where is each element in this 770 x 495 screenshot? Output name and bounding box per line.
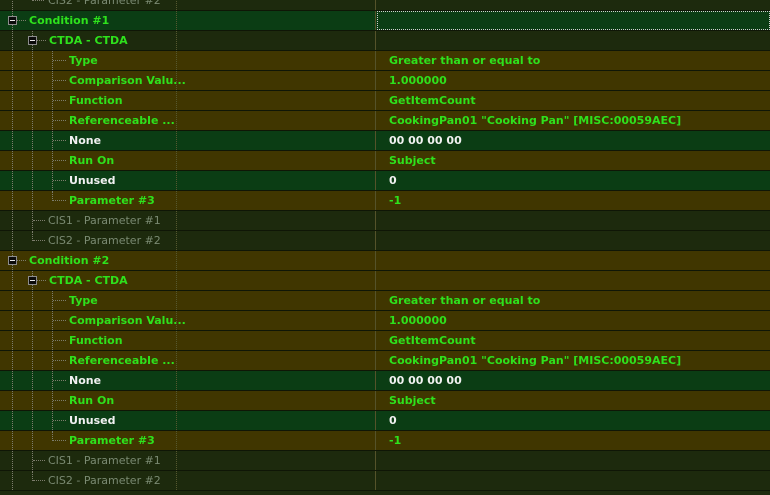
tree-row-parameter-3[interactable]: Parameter #3 -1 <box>0 431 770 451</box>
tree-row-cis2-parameter-2[interactable]: CIS2 - Parameter #2 <box>0 0 770 11</box>
tree-row-unused[interactable]: Unused 0 <box>0 411 770 431</box>
tree-row-ctda[interactable]: CTDA - CTDA <box>0 31 770 51</box>
row-label: None <box>69 374 102 387</box>
tree-row-cis1-parameter-1[interactable]: CIS1 - Parameter #1 <box>0 211 770 231</box>
row-label: Referenceable ... <box>69 114 175 127</box>
row-value[interactable]: 1.000000 <box>389 71 447 90</box>
row-label: CIS2 - Parameter #2 <box>48 0 161 7</box>
tree-row-comparison-value[interactable]: Comparison Valu... 1.000000 <box>0 311 770 331</box>
tree-row-cis2-parameter-2[interactable]: CIS2 - Parameter #2 <box>0 471 770 491</box>
tree-row-none[interactable]: None 00 00 00 00 <box>0 371 770 391</box>
row-label: CIS2 - Parameter #2 <box>48 234 161 247</box>
tree-row-condition-1[interactable]: Condition #1 <box>0 11 770 31</box>
row-label: Type <box>69 294 98 307</box>
record-tree-view[interactable]: CIS2 - Parameter #2 Condition #1 CTDA - … <box>0 0 770 491</box>
row-value[interactable]: Subject <box>389 391 436 410</box>
row-value[interactable]: GetItemCount <box>389 91 476 110</box>
row-label: Parameter #3 <box>69 434 155 447</box>
row-value[interactable]: 0 <box>389 171 397 190</box>
row-label: CIS2 - Parameter #2 <box>48 474 161 487</box>
tree-row-type[interactable]: Type Greater than or equal to <box>0 291 770 311</box>
row-label: Parameter #3 <box>69 194 155 207</box>
row-label: Unused <box>69 414 116 427</box>
row-value[interactable]: Greater than or equal to <box>389 51 540 70</box>
collapse-icon[interactable] <box>8 16 17 25</box>
row-value[interactable]: CookingPan01 "Cooking Pan" [MISC:00059AE… <box>389 111 681 130</box>
tree-row-parameter-3[interactable]: Parameter #3 -1 <box>0 191 770 211</box>
tree-row-condition-2[interactable]: Condition #2 <box>0 251 770 271</box>
tree-row-run-on[interactable]: Run On Subject <box>0 151 770 171</box>
tree-row-cis2-parameter-2[interactable]: CIS2 - Parameter #2 <box>0 231 770 251</box>
tree-row-function[interactable]: Function GetItemCount <box>0 331 770 351</box>
row-label: CIS1 - Parameter #1 <box>48 454 161 467</box>
tree-row-cis1-parameter-1[interactable]: CIS1 - Parameter #1 <box>0 451 770 471</box>
tree-row-referenceable[interactable]: Referenceable ... CookingPan01 "Cooking … <box>0 351 770 371</box>
row-value[interactable]: Subject <box>389 151 436 170</box>
row-label: Condition #1 <box>29 14 110 27</box>
row-label: Function <box>69 334 123 347</box>
row-value[interactable]: GetItemCount <box>389 331 476 350</box>
row-label: Referenceable ... <box>69 354 175 367</box>
collapse-icon[interactable] <box>8 256 17 265</box>
row-label: Unused <box>69 174 116 187</box>
row-label: CTDA - CTDA <box>49 274 128 287</box>
row-value[interactable]: Greater than or equal to <box>389 291 540 310</box>
row-value[interactable]: 00 00 00 00 <box>389 371 462 390</box>
row-value[interactable]: CookingPan01 "Cooking Pan" [MISC:00059AE… <box>389 351 681 370</box>
tree-row-type[interactable]: Type Greater than or equal to <box>0 51 770 71</box>
collapse-icon[interactable] <box>28 36 37 45</box>
row-value[interactable]: -1 <box>389 191 401 210</box>
tree-row-unused[interactable]: Unused 0 <box>0 171 770 191</box>
collapse-icon[interactable] <box>28 276 37 285</box>
tree-row-run-on[interactable]: Run On Subject <box>0 391 770 411</box>
row-label: CTDA - CTDA <box>49 34 128 47</box>
tree-row-function[interactable]: Function GetItemCount <box>0 91 770 111</box>
row-label: Comparison Valu... <box>69 314 186 327</box>
tree-row-referenceable[interactable]: Referenceable ... CookingPan01 "Cooking … <box>0 111 770 131</box>
tree-row-ctda[interactable]: CTDA - CTDA <box>0 271 770 291</box>
row-label: Function <box>69 94 123 107</box>
selected-cell <box>377 11 770 30</box>
row-value[interactable]: 1.000000 <box>389 311 447 330</box>
row-label: None <box>69 134 102 147</box>
row-value[interactable]: 00 00 00 00 <box>389 131 462 150</box>
tree-row-none[interactable]: None 00 00 00 00 <box>0 131 770 151</box>
row-label: Run On <box>69 394 115 407</box>
row-value[interactable]: 0 <box>389 411 397 430</box>
row-label: Comparison Valu... <box>69 74 186 87</box>
row-label: Type <box>69 54 98 67</box>
tree-row-comparison-value[interactable]: Comparison Valu... 1.000000 <box>0 71 770 91</box>
row-value[interactable]: -1 <box>389 431 401 450</box>
row-label: Condition #2 <box>29 254 110 267</box>
row-label: Run On <box>69 154 115 167</box>
row-label: CIS1 - Parameter #1 <box>48 214 161 227</box>
